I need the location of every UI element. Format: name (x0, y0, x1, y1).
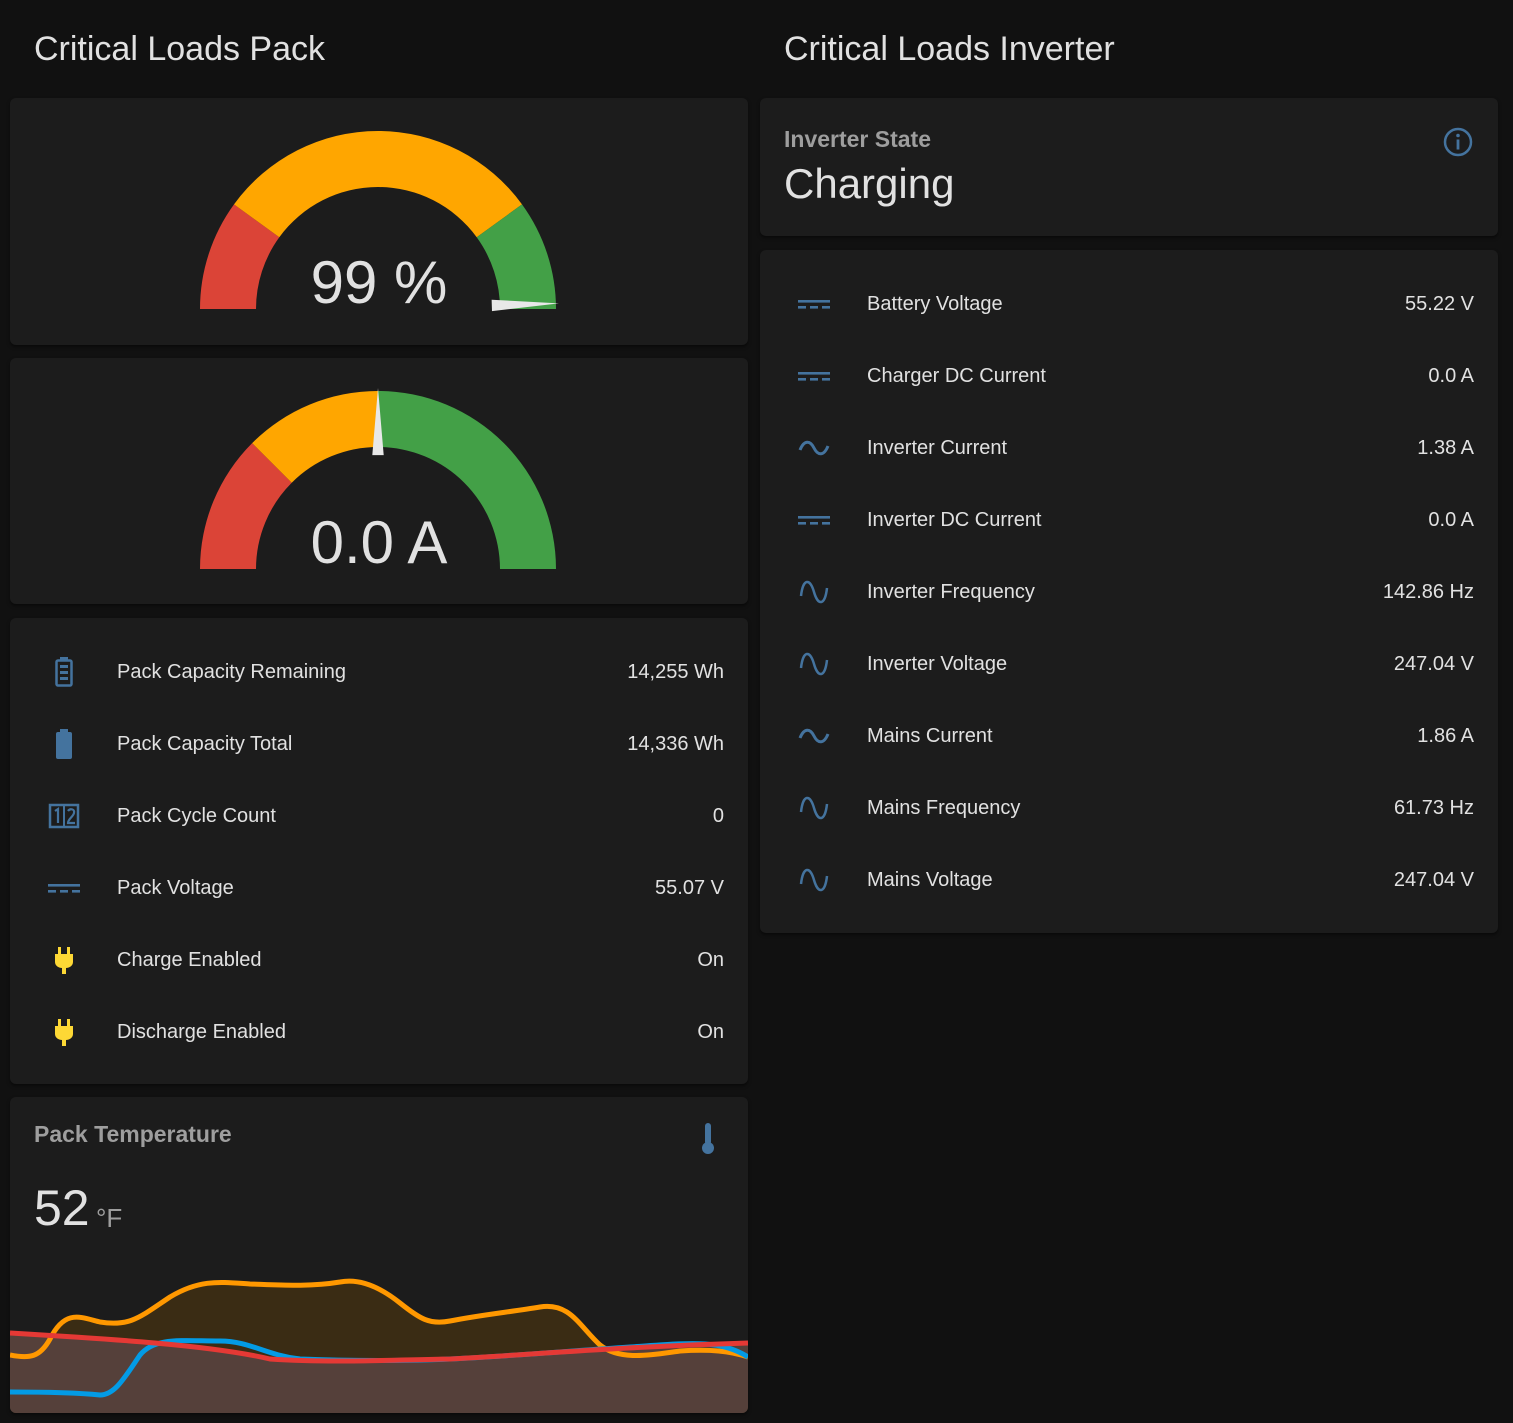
entity-value: 247.04 V (1393, 868, 1474, 891)
power-plug-icon (48, 1016, 80, 1048)
counter-icon (48, 800, 80, 832)
temperature-value: 52 (34, 1180, 90, 1236)
pack-entities-card: Pack Capacity Remaining 14,255 Wh Pack Ca… (10, 618, 748, 1084)
inverter-row-battery-voltage[interactable]: Battery Voltage 55.22 V (760, 268, 1498, 340)
entity-value: 1.86 A (1417, 724, 1474, 747)
inverter-row-inverter-current[interactable]: Inverter Current 1.38 A (760, 412, 1498, 484)
temperature-unit: °F (96, 1203, 123, 1233)
current-gauge-card[interactable]: 0.0 A (10, 358, 748, 604)
temperature-history-graph (10, 1278, 748, 1413)
inverter-row-inverter-dc-current[interactable]: Inverter DC Current 0.0 A (760, 484, 1498, 556)
entity-label: Pack Capacity Remaining (117, 660, 346, 683)
sine-wave-icon (798, 792, 830, 824)
current-dc-icon (48, 872, 80, 904)
inverter-column-title: Critical Loads Inverter (784, 30, 1115, 68)
current-gauge-value: 0.0 A (310, 509, 448, 576)
entity-value: 55.22 V (1405, 292, 1474, 315)
gauge-segment-1 (233, 131, 523, 238)
pack-temperature-card[interactable]: Pack Temperature 52 °F (10, 1097, 748, 1413)
entity-value: 1.38 A (1417, 436, 1474, 459)
info-icon[interactable] (1442, 126, 1474, 158)
power-plug-icon (48, 944, 80, 976)
battery-icon (48, 728, 80, 760)
pack-row-pack-capacity-total[interactable]: Pack Capacity Total 14,336 Wh (10, 708, 748, 780)
pack-row-charge-enabled[interactable]: Charge Enabled On (10, 924, 748, 996)
entity-value: 55.07 V (655, 876, 724, 899)
entity-label: Battery Voltage (867, 292, 1003, 315)
inverter-row-charger-dc-current[interactable]: Charger DC Current 0.0 A (760, 340, 1498, 412)
entity-label: Pack Voltage (117, 876, 234, 899)
inverter-row-mains-voltage[interactable]: Mains Voltage 247.04 V (760, 844, 1498, 916)
soc-gauge-card[interactable]: 99 % (10, 98, 748, 345)
entity-label: Discharge Enabled (117, 1020, 286, 1043)
inverter-row-mains-frequency[interactable]: Mains Frequency 61.73 Hz (760, 772, 1498, 844)
inverter-row-inverter-frequency[interactable]: Inverter Frequency 142.86 Hz (760, 556, 1498, 628)
current-dc-icon (798, 288, 830, 320)
inverter-entities-card: Battery Voltage 55.22 V Charger DC Curren… (760, 250, 1498, 933)
entity-label: Inverter Frequency (867, 580, 1035, 603)
inverter-row-inverter-voltage[interactable]: Inverter Voltage 247.04 V (760, 628, 1498, 700)
current-ac-icon (798, 432, 830, 464)
entity-label: Inverter Current (867, 436, 1008, 459)
sine-wave-icon (798, 864, 830, 896)
inverter-state-card[interactable]: Inverter State Charging (760, 98, 1498, 236)
entity-value: 0.0 A (1428, 364, 1474, 387)
entity-value: 142.86 Hz (1382, 580, 1474, 603)
entity-value: 0 (712, 804, 724, 827)
pack-row-discharge-enabled[interactable]: Discharge Enabled On (10, 996, 748, 1068)
pack-row-pack-capacity-remaining[interactable]: Pack Capacity Remaining 14,255 Wh (10, 636, 748, 708)
entity-value: On (697, 948, 724, 971)
entity-value: 14,255 Wh (627, 660, 724, 683)
entity-label: Pack Capacity Total (117, 732, 293, 755)
entity-value: 247.04 V (1393, 652, 1474, 675)
entity-value: 61.73 Hz (1393, 796, 1474, 819)
inverter-state-label: Inverter State (784, 126, 932, 152)
battery-high-icon (48, 656, 80, 688)
entity-value: On (697, 1020, 724, 1043)
entity-value: 0.0 A (1428, 508, 1474, 531)
inverter-row-mains-current[interactable]: Mains Current 1.86 A (760, 700, 1498, 772)
sine-wave-icon (798, 648, 830, 680)
entity-label: Mains Current (867, 724, 993, 747)
pack-row-pack-voltage[interactable]: Pack Voltage 55.07 V (10, 852, 748, 924)
entity-label: Inverter DC Current (867, 508, 1042, 531)
current-dc-icon (798, 360, 830, 392)
entity-label: Pack Cycle Count (117, 804, 276, 827)
pack-row-pack-cycle-count[interactable]: Pack Cycle Count 0 (10, 780, 748, 852)
entity-label: Mains Voltage (867, 868, 993, 891)
thermometer-icon (702, 1123, 714, 1154)
inverter-state-value: Charging (784, 160, 955, 207)
current-ac-icon (798, 720, 830, 752)
entity-label: Inverter Voltage (867, 652, 1008, 675)
entity-label: Charge Enabled (117, 948, 262, 971)
sine-wave-icon (798, 576, 830, 608)
current-dc-icon (798, 504, 830, 536)
soc-gauge-value: 99 % (310, 249, 448, 316)
entity-value: 14,336 Wh (627, 732, 724, 755)
pack-column-title: Critical Loads Pack (34, 30, 326, 68)
temperature-title: Pack Temperature (34, 1121, 232, 1147)
entity-label: Mains Frequency (867, 796, 1021, 819)
entity-label: Charger DC Current (867, 364, 1046, 387)
